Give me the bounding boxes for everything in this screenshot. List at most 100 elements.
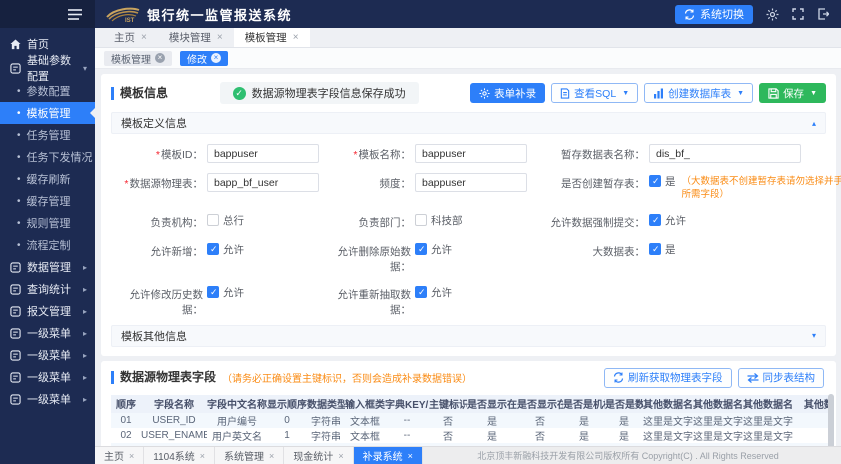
form-field-frequency: 频度：: [319, 173, 527, 202]
template-name-input[interactable]: [415, 144, 527, 163]
allow-delete-checkbox[interactable]: [415, 243, 427, 255]
close-icon[interactable]: ×: [408, 451, 413, 461]
collapse-up-icon[interactable]: ▴: [812, 119, 816, 128]
template-info-card: 模板信息 ✓ 数据源物理表字段信息保存成功 表单补录 查看SQL ▼: [101, 74, 836, 356]
form-field-temp-table-name: 暂存数据表名称：: [527, 144, 841, 163]
cell-display-order: 0: [267, 413, 307, 428]
create-table-button[interactable]: 创建数据库表 ▼: [644, 83, 753, 103]
settings-gear-icon[interactable]: [766, 8, 779, 21]
sidebar-sub-item[interactable]: • 缓存刷新: [0, 168, 95, 190]
refresh-fields-button[interactable]: 刷新获取物理表字段: [604, 368, 732, 388]
cell-other-1: 这里是文字: [643, 428, 693, 443]
view-sql-button[interactable]: 查看SQL ▼: [551, 83, 638, 103]
table-header-cell: 字段名称: [141, 395, 207, 413]
footer-bar: 主页 × 1104系统 × 系统管理 × 现金统计 ×: [95, 446, 841, 464]
breadcrumb-chip-template-manage[interactable]: 模板管理 ×: [104, 51, 172, 66]
page-tab[interactable]: 主页 ×: [103, 28, 158, 47]
sidebar-group-item[interactable]: 查询统计 ▸: [0, 278, 95, 300]
page-tab[interactable]: 模块管理 ×: [158, 28, 234, 47]
close-icon[interactable]: ×: [129, 451, 134, 461]
big-data-table-checkbox[interactable]: [649, 243, 661, 255]
sidebar-group-item[interactable]: 报文管理 ▸: [0, 300, 95, 322]
sidebar-group-item[interactable]: 一级菜单 ▸: [0, 366, 95, 388]
form-field-source-table: *数据源物理表：: [111, 173, 319, 202]
breadcrumb-chip-edit[interactable]: 修改 ×: [180, 51, 228, 66]
allow-edit-history-checkbox[interactable]: [207, 286, 219, 298]
dept-checkbox[interactable]: [415, 214, 427, 226]
footer-system-tab[interactable]: 主页 ×: [95, 447, 144, 464]
cell-field-cn-name: 用户编号: [207, 413, 267, 428]
form-field-dept: 负责部门： 科技部: [319, 212, 527, 231]
section-template-other[interactable]: 模板其他信息 ▾: [111, 325, 826, 347]
sidebar-group-basic-params[interactable]: 基础参数配置 ▾: [0, 56, 95, 80]
sidebar-group-item[interactable]: 一级菜单 ▸: [0, 388, 95, 410]
page-tab[interactable]: 模板管理 ×: [234, 28, 310, 47]
sidebar-group-item[interactable]: 一级菜单 ▸: [0, 322, 95, 344]
org-checkbox[interactable]: [207, 214, 219, 226]
chevron-down-icon: ▼: [737, 90, 744, 97]
allow-add-checkbox[interactable]: [207, 243, 219, 255]
table-header-cell: 输入框类型: [345, 395, 385, 413]
sidebar-sub-item[interactable]: • 任务下发情况: [0, 146, 95, 168]
save-button[interactable]: 保存 ▼: [759, 83, 826, 103]
sync-structure-button[interactable]: 同步表结构: [738, 368, 825, 388]
sidebar-group-item[interactable]: 一级菜单 ▸: [0, 344, 95, 366]
section-template-definition[interactable]: 模板定义信息 ▴: [111, 112, 826, 134]
collapse-down-icon[interactable]: ▾: [812, 331, 816, 340]
sidebar-sub-item[interactable]: • 模板管理: [0, 102, 95, 124]
close-icon[interactable]: ×: [200, 451, 205, 461]
cell-display-order: 1: [267, 428, 307, 443]
close-icon[interactable]: ×: [338, 451, 343, 461]
temp-table-name-input[interactable]: [649, 144, 801, 163]
close-icon[interactable]: ×: [293, 32, 299, 43]
form-field-allow-edit-history: 允许修改历史数据： 允许: [111, 284, 319, 317]
close-icon[interactable]: ×: [217, 32, 223, 43]
cell-primary-key: 否: [429, 413, 467, 428]
sidebar-sub-item-label: 规则管理: [27, 215, 71, 231]
tab-label: 主页: [114, 30, 135, 45]
table-body: 01 USER_ID 用户编号 0 字符串 文本框 -- 否 是 否 是: [111, 413, 833, 446]
template-form: *模板ID： *模板名称： 暂存数据表名称： *数据源物理表： 频度：: [111, 134, 826, 318]
frequency-input[interactable]: [415, 173, 527, 192]
cell-other-2: 这里是文字: [693, 413, 743, 428]
breadcrumb: 模板管理 × 修改 ×: [95, 48, 841, 69]
footer-system-tab[interactable]: 补录系统 ×: [354, 447, 423, 464]
cell-dict-key: --: [385, 413, 429, 428]
allow-re-extract-checkbox[interactable]: [415, 286, 427, 298]
table-row[interactable]: 02 USER_ENAME 用户英文名 1 字符串 文本框 -- 否 是 否 是: [111, 428, 833, 443]
system-switch-button[interactable]: 系统切换: [675, 5, 753, 24]
hamburger-menu-icon[interactable]: [68, 9, 82, 20]
table-header-cell: 是否是机构...: [563, 395, 605, 413]
sidebar-group-item[interactable]: 数据管理 ▸: [0, 256, 95, 278]
close-circle-icon[interactable]: ×: [211, 53, 221, 63]
create-temp-table-checkbox[interactable]: [649, 175, 661, 187]
table-fields-card: 数据源物理表字段 （请务必正确设置主键标识，否则会造成补录数据错误） 刷新获取物…: [101, 361, 836, 446]
sidebar-sub-item[interactable]: • 规则管理: [0, 212, 95, 234]
sidebar-sub-item[interactable]: • 参数配置: [0, 80, 95, 102]
force-submit-checkbox[interactable]: [649, 214, 661, 226]
close-icon[interactable]: ×: [141, 32, 147, 43]
sidebar-sub-item[interactable]: • 任务管理: [0, 124, 95, 146]
footer-system-tab[interactable]: 1104系统 ×: [144, 447, 215, 464]
fullscreen-icon[interactable]: [792, 8, 804, 20]
close-icon[interactable]: ×: [269, 451, 274, 461]
gear-icon: [479, 88, 490, 99]
footer-system-tab[interactable]: 系统管理 ×: [215, 447, 284, 464]
vertical-scrollbar[interactable]: [828, 394, 834, 446]
cell-is-data: 是: [605, 413, 643, 428]
sidebar-sub-item[interactable]: • 流程定制: [0, 234, 95, 256]
table-row[interactable]: 01 USER_ID 用户编号 0 字符串 文本框 -- 否 是 否 是: [111, 413, 833, 428]
footer-system-tab[interactable]: 现金统计 ×: [284, 447, 353, 464]
table-header-cell: 顺序: [111, 395, 141, 413]
logout-icon[interactable]: [817, 8, 829, 20]
close-circle-icon[interactable]: ×: [155, 53, 165, 63]
form-entry-button[interactable]: 表单补录: [470, 83, 545, 103]
sidebar-header: [0, 0, 95, 28]
check-circle-icon: ✓: [233, 87, 246, 100]
sidebar-sub-item[interactable]: • 缓存管理: [0, 190, 95, 212]
cell-is-data: 是: [605, 428, 643, 443]
vertical-scrollbar-thumb[interactable]: [828, 394, 834, 446]
source-table-input[interactable]: [207, 173, 319, 192]
cell-other-4: [793, 413, 833, 428]
template-id-input[interactable]: [207, 144, 319, 163]
